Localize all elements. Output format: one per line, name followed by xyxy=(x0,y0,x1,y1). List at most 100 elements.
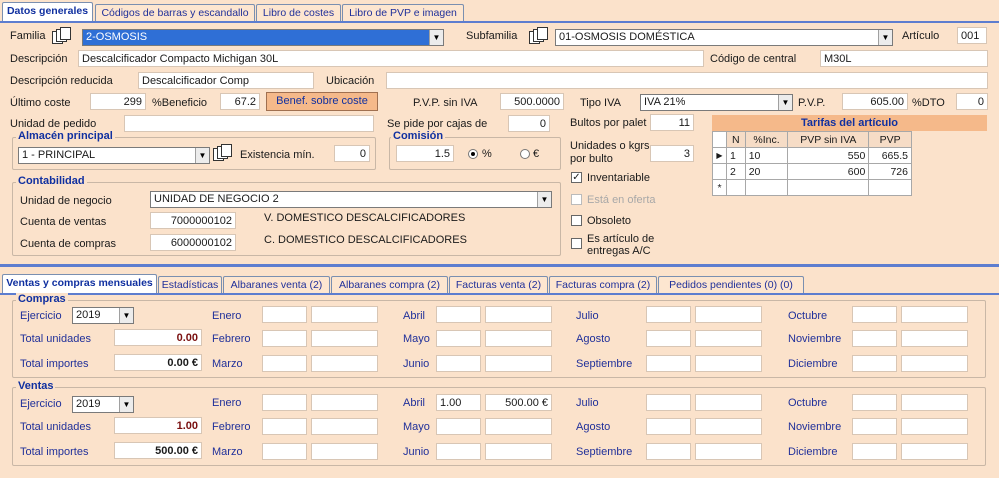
table-row[interactable]: ▶ 1 10 550 665.5 xyxy=(712,147,912,164)
comision-pct-radio[interactable] xyxy=(468,149,478,159)
chevron-down-icon[interactable]: ▼ xyxy=(119,308,133,323)
cell-pvp-sin-iva[interactable] xyxy=(787,179,870,196)
ventas-amount-agosto xyxy=(695,418,762,435)
subfamilia-lookup-icon[interactable] xyxy=(529,27,549,45)
tab-libro-pvp[interactable]: Libro de PVP e imagen xyxy=(342,4,464,22)
tab-datos-generales[interactable]: Datos generales xyxy=(2,2,93,22)
obsoleto-checkbox[interactable] xyxy=(571,215,582,226)
inventariable-checkbox[interactable]: ✓ xyxy=(571,172,582,183)
compras-units-enero xyxy=(262,306,307,323)
cuenta-compras-field[interactable]: 6000000102 xyxy=(150,234,236,251)
comision-eur-radio[interactable] xyxy=(520,149,530,159)
benef-sobre-coste-button[interactable]: Benef. sobre coste xyxy=(266,92,378,111)
tipo-iva-value: IVA 21% xyxy=(644,96,686,108)
cuenta-compras-desc: C. DOMESTICO DESCALCIFICADORES xyxy=(264,234,467,246)
ventas-month-label-agosto: Agosto xyxy=(576,421,611,433)
almacen-lookup-icon[interactable] xyxy=(213,144,233,162)
chevron-down-icon[interactable]: ▼ xyxy=(195,148,209,163)
codigo-central-field[interactable]: M30L xyxy=(820,50,988,67)
descripcion-field[interactable]: Descalcificador Compacto Michigan 30L xyxy=(78,50,704,67)
tab-estadisticas[interactable]: Estadísticas xyxy=(158,276,222,294)
compras-month-label-agosto: Agosto xyxy=(576,333,611,345)
existencia-field[interactable]: 0 xyxy=(334,145,370,162)
cell-pvp[interactable] xyxy=(868,179,912,196)
comision-field[interactable]: 1.5 xyxy=(396,145,454,162)
dto-label: %DTO xyxy=(912,97,945,109)
almacen-select[interactable]: 1 - PRINCIPAL ▼ xyxy=(18,147,210,164)
tipo-iva-label: Tipo IVA xyxy=(580,97,621,109)
bultos-label: Bultos por palet xyxy=(570,117,647,129)
ventas-amount-octubre xyxy=(901,394,968,411)
cell-inc[interactable] xyxy=(744,179,789,196)
ventas-amount-julio xyxy=(695,394,762,411)
ventas-month-label-junio: Junio xyxy=(403,446,430,458)
compras-month-label-mayo: Mayo xyxy=(403,333,430,345)
articulo-field[interactable]: 001 xyxy=(957,27,987,44)
compras-units-julio xyxy=(646,306,691,323)
new-row-asterisk-icon: * xyxy=(712,179,727,196)
familia-select[interactable]: 2-OSMOSIS ▼ xyxy=(82,29,444,46)
unidad-pedido-field[interactable] xyxy=(124,115,374,132)
subfamilia-value: 01-OSMOSIS DOMÉSTICA xyxy=(559,31,695,43)
descripcion-label: Descripción xyxy=(10,53,68,65)
tipo-iva-select[interactable]: IVA 21% ▼ xyxy=(640,94,793,111)
cell-pvp-sin-iva[interactable]: 550 xyxy=(787,147,870,164)
ultimo-coste-field[interactable]: 299 xyxy=(90,93,146,110)
comision-eur-label: € xyxy=(533,148,540,160)
chevron-down-icon[interactable]: ▼ xyxy=(119,397,133,412)
tab-ventas-compras[interactable]: Ventas y compras mensuales xyxy=(2,274,157,294)
compras-units-abril xyxy=(436,306,481,323)
ventas-amount-junio xyxy=(485,443,552,460)
desc-reducida-field[interactable]: Descalcificador Comp xyxy=(138,72,314,89)
ventas-amount-noviembre xyxy=(901,418,968,435)
bultos-field[interactable]: 11 xyxy=(650,114,694,131)
compras-amount-diciembre xyxy=(901,355,968,372)
cell-pvp[interactable]: 726 xyxy=(868,163,912,180)
compras-month-label-febrero: Febrero xyxy=(212,333,251,345)
cajas-field[interactable]: 0 xyxy=(508,115,550,132)
cell-inc[interactable]: 10 xyxy=(744,147,789,164)
cell-n[interactable]: 1 xyxy=(726,147,746,164)
compras-amount-julio xyxy=(695,306,762,323)
compras-month-label-septiembre: Septiembre xyxy=(576,358,633,370)
cell-n[interactable]: 2 xyxy=(726,163,746,180)
ventas-amount-septiembre xyxy=(695,443,762,460)
cell-n[interactable] xyxy=(726,179,746,196)
tab-facturas-venta[interactable]: Facturas venta (2) xyxy=(449,276,548,294)
cuenta-ventas-field[interactable]: 7000000102 xyxy=(150,212,236,229)
entregas-checkbox[interactable] xyxy=(571,238,582,249)
pvp-sin-iva-field[interactable]: 500.0000 xyxy=(500,93,564,110)
beneficio-field[interactable]: 67.2 xyxy=(220,93,260,110)
unidades-kgrs-field[interactable]: 3 xyxy=(650,145,694,162)
oferta-checkbox[interactable] xyxy=(571,194,582,205)
tab-codigos-barras[interactable]: Códigos de barras y escandallo xyxy=(95,4,255,22)
cell-pvp[interactable]: 665.5 xyxy=(868,147,912,164)
section-separator xyxy=(0,264,999,267)
compras-ejercicio-select[interactable]: 2019 ▼ xyxy=(72,307,134,324)
dto-field[interactable]: 0 xyxy=(956,93,988,110)
table-row[interactable]: 2 20 600 726 xyxy=(712,163,912,180)
new-row[interactable]: * xyxy=(712,179,912,196)
tab-libro-costes[interactable]: Libro de costes xyxy=(256,4,341,22)
subfamilia-select[interactable]: 01-OSMOSIS DOMÉSTICA ▼ xyxy=(555,29,893,46)
cell-pvp-sin-iva[interactable]: 600 xyxy=(787,163,870,180)
cell-inc[interactable]: 20 xyxy=(744,163,789,180)
pvp-field[interactable]: 605.00 xyxy=(842,93,908,110)
tab-albaranes-compra[interactable]: Albaranes compra (2) xyxy=(331,276,448,294)
tab-pedidos-pendientes[interactable]: Pedidos pendientes (0) (0) xyxy=(658,276,804,294)
row-selector-header xyxy=(712,131,727,148)
cuenta-ventas-desc: V. DOMESTICO DESCALCIFICADORES xyxy=(264,212,466,224)
chevron-down-icon[interactable]: ▼ xyxy=(878,30,892,45)
familia-lookup-icon[interactable] xyxy=(52,27,72,45)
unidad-negocio-select[interactable]: UNIDAD DE NEGOCIO 2 ▼ xyxy=(150,191,552,208)
chevron-down-icon[interactable]: ▼ xyxy=(429,30,443,45)
ventas-units-julio xyxy=(646,394,691,411)
chevron-down-icon[interactable]: ▼ xyxy=(537,192,551,207)
ventas-ejercicio-select[interactable]: 2019 ▼ xyxy=(72,396,134,413)
pvp-label: P.V.P. xyxy=(798,97,826,109)
chevron-down-icon[interactable]: ▼ xyxy=(778,95,792,110)
tab-facturas-compra[interactable]: Facturas compra (2) xyxy=(549,276,657,294)
ubicacion-field[interactable] xyxy=(386,72,988,89)
ventas-month-label-diciembre: Diciembre xyxy=(788,446,838,458)
tab-albaranes-venta[interactable]: Albaranes venta (2) xyxy=(223,276,330,294)
